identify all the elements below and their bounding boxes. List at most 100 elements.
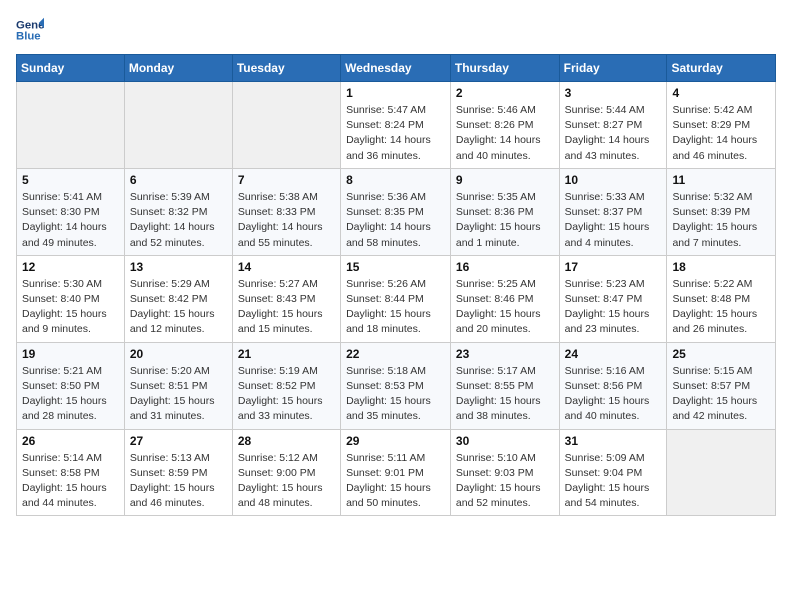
day-cell: 15 Sunrise: 5:26 AMSunset: 8:44 PMDayligh…	[341, 255, 451, 342]
dow-header-monday: Monday	[124, 55, 232, 82]
day-cell: 16 Sunrise: 5:25 AMSunset: 8:46 PMDayligh…	[450, 255, 559, 342]
dow-header-sunday: Sunday	[17, 55, 125, 82]
day-info: Sunrise: 5:42 AMSunset: 8:29 PMDaylight:…	[672, 103, 770, 164]
day-info: Sunrise: 5:10 AMSunset: 9:03 PMDaylight:…	[456, 451, 554, 512]
day-info: Sunrise: 5:19 AMSunset: 8:52 PMDaylight:…	[238, 364, 335, 425]
day-number: 29	[346, 434, 445, 448]
dow-header-friday: Friday	[559, 55, 667, 82]
day-cell: 6 Sunrise: 5:39 AMSunset: 8:32 PMDaylight…	[124, 168, 232, 255]
day-info: Sunrise: 5:16 AMSunset: 8:56 PMDaylight:…	[565, 364, 662, 425]
day-number: 18	[672, 260, 770, 274]
day-number: 3	[565, 86, 662, 100]
day-info: Sunrise: 5:11 AMSunset: 9:01 PMDaylight:…	[346, 451, 445, 512]
day-number: 20	[130, 347, 227, 361]
day-cell	[124, 82, 232, 169]
day-number: 6	[130, 173, 227, 187]
day-cell	[17, 82, 125, 169]
calendar-body: 1 Sunrise: 5:47 AMSunset: 8:24 PMDaylight…	[17, 82, 776, 516]
day-cell: 21 Sunrise: 5:19 AMSunset: 8:52 PMDayligh…	[232, 342, 340, 429]
page-header: General Blue	[16, 16, 776, 44]
day-number: 5	[22, 173, 119, 187]
day-info: Sunrise: 5:29 AMSunset: 8:42 PMDaylight:…	[130, 277, 227, 338]
day-info: Sunrise: 5:25 AMSunset: 8:46 PMDaylight:…	[456, 277, 554, 338]
day-info: Sunrise: 5:15 AMSunset: 8:57 PMDaylight:…	[672, 364, 770, 425]
day-number: 2	[456, 86, 554, 100]
day-number: 30	[456, 434, 554, 448]
day-info: Sunrise: 5:39 AMSunset: 8:32 PMDaylight:…	[130, 190, 227, 251]
day-number: 16	[456, 260, 554, 274]
week-row-3: 12 Sunrise: 5:30 AMSunset: 8:40 PMDayligh…	[17, 255, 776, 342]
day-info: Sunrise: 5:35 AMSunset: 8:36 PMDaylight:…	[456, 190, 554, 251]
day-number: 14	[238, 260, 335, 274]
day-info: Sunrise: 5:38 AMSunset: 8:33 PMDaylight:…	[238, 190, 335, 251]
week-row-1: 1 Sunrise: 5:47 AMSunset: 8:24 PMDaylight…	[17, 82, 776, 169]
day-number: 21	[238, 347, 335, 361]
day-cell: 4 Sunrise: 5:42 AMSunset: 8:29 PMDaylight…	[667, 82, 776, 169]
day-info: Sunrise: 5:36 AMSunset: 8:35 PMDaylight:…	[346, 190, 445, 251]
day-number: 12	[22, 260, 119, 274]
day-cell: 20 Sunrise: 5:20 AMSunset: 8:51 PMDayligh…	[124, 342, 232, 429]
day-number: 27	[130, 434, 227, 448]
day-cell: 22Sunrise: 5:18 AMSunset: 8:53 PMDayligh…	[341, 342, 451, 429]
day-cell: 27 Sunrise: 5:13 AMSunset: 8:59 PMDayligh…	[124, 429, 232, 516]
day-cell: 9 Sunrise: 5:35 AMSunset: 8:36 PMDaylight…	[450, 168, 559, 255]
day-number: 17	[565, 260, 662, 274]
day-cell: 10Sunrise: 5:33 AMSunset: 8:37 PMDayligh…	[559, 168, 667, 255]
day-info: Sunrise: 5:23 AMSunset: 8:47 PMDaylight:…	[565, 277, 662, 338]
day-cell	[232, 82, 340, 169]
logo-icon: General Blue	[16, 16, 44, 44]
week-row-2: 5 Sunrise: 5:41 AMSunset: 8:30 PMDaylight…	[17, 168, 776, 255]
day-info: Sunrise: 5:12 AMSunset: 9:00 PMDaylight:…	[238, 451, 335, 512]
day-number: 9	[456, 173, 554, 187]
day-info: Sunrise: 5:13 AMSunset: 8:59 PMDaylight:…	[130, 451, 227, 512]
day-info: Sunrise: 5:41 AMSunset: 8:30 PMDaylight:…	[22, 190, 119, 251]
day-cell: 17 Sunrise: 5:23 AMSunset: 8:47 PMDayligh…	[559, 255, 667, 342]
dow-header-tuesday: Tuesday	[232, 55, 340, 82]
calendar-table: SundayMondayTuesdayWednesdayThursdayFrid…	[16, 54, 776, 516]
week-row-4: 19 Sunrise: 5:21 AMSunset: 8:50 PMDayligh…	[17, 342, 776, 429]
day-cell: 7 Sunrise: 5:38 AMSunset: 8:33 PMDaylight…	[232, 168, 340, 255]
day-number: 10	[565, 173, 662, 187]
day-cell: 1 Sunrise: 5:47 AMSunset: 8:24 PMDaylight…	[341, 82, 451, 169]
day-cell: 29 Sunrise: 5:11 AMSunset: 9:01 PMDayligh…	[341, 429, 451, 516]
dow-header-saturday: Saturday	[667, 55, 776, 82]
day-cell: 13 Sunrise: 5:29 AMSunset: 8:42 PMDayligh…	[124, 255, 232, 342]
day-number: 24	[565, 347, 662, 361]
day-info: Sunrise: 5:44 AMSunset: 8:27 PMDaylight:…	[565, 103, 662, 164]
day-info: Sunrise: 5:26 AMSunset: 8:44 PMDaylight:…	[346, 277, 445, 338]
dow-header-wednesday: Wednesday	[341, 55, 451, 82]
day-cell: 28 Sunrise: 5:12 AMSunset: 9:00 PMDayligh…	[232, 429, 340, 516]
day-cell: 30 Sunrise: 5:10 AMSunset: 9:03 PMDayligh…	[450, 429, 559, 516]
week-row-5: 26Sunrise: 5:14 AMSunset: 8:58 PMDayligh…	[17, 429, 776, 516]
day-info: Sunrise: 5:21 AMSunset: 8:50 PMDaylight:…	[22, 364, 119, 425]
day-info: Sunrise: 5:22 AMSunset: 8:48 PMDaylight:…	[672, 277, 770, 338]
day-number: 13	[130, 260, 227, 274]
day-number: 28	[238, 434, 335, 448]
day-cell: 23 Sunrise: 5:17 AMSunset: 8:55 PMDayligh…	[450, 342, 559, 429]
day-cell: 24 Sunrise: 5:16 AMSunset: 8:56 PMDayligh…	[559, 342, 667, 429]
day-number: 19	[22, 347, 119, 361]
day-cell: 25Sunrise: 5:15 AMSunset: 8:57 PMDayligh…	[667, 342, 776, 429]
days-of-week-row: SundayMondayTuesdayWednesdayThursdayFrid…	[17, 55, 776, 82]
day-cell: 14 Sunrise: 5:27 AMSunset: 8:43 PMDayligh…	[232, 255, 340, 342]
day-cell	[667, 429, 776, 516]
day-number: 23	[456, 347, 554, 361]
day-info: Sunrise: 5:17 AMSunset: 8:55 PMDaylight:…	[456, 364, 554, 425]
day-info: Sunrise: 5:30 AMSunset: 8:40 PMDaylight:…	[22, 277, 119, 338]
day-info: Sunrise: 5:32 AMSunset: 8:39 PMDaylight:…	[672, 190, 770, 251]
day-number: 22	[346, 347, 445, 361]
day-info: Sunrise: 5:14 AMSunset: 8:58 PMDaylight:…	[22, 451, 119, 512]
dow-header-thursday: Thursday	[450, 55, 559, 82]
day-cell: 11Sunrise: 5:32 AMSunset: 8:39 PMDayligh…	[667, 168, 776, 255]
day-info: Sunrise: 5:47 AMSunset: 8:24 PMDaylight:…	[346, 103, 445, 164]
day-number: 4	[672, 86, 770, 100]
day-number: 15	[346, 260, 445, 274]
day-number: 7	[238, 173, 335, 187]
day-number: 1	[346, 86, 445, 100]
day-info: Sunrise: 5:46 AMSunset: 8:26 PMDaylight:…	[456, 103, 554, 164]
day-info: Sunrise: 5:27 AMSunset: 8:43 PMDaylight:…	[238, 277, 335, 338]
day-cell: 2 Sunrise: 5:46 AMSunset: 8:26 PMDaylight…	[450, 82, 559, 169]
day-number: 8	[346, 173, 445, 187]
day-info: Sunrise: 5:20 AMSunset: 8:51 PMDaylight:…	[130, 364, 227, 425]
day-cell: 19 Sunrise: 5:21 AMSunset: 8:50 PMDayligh…	[17, 342, 125, 429]
